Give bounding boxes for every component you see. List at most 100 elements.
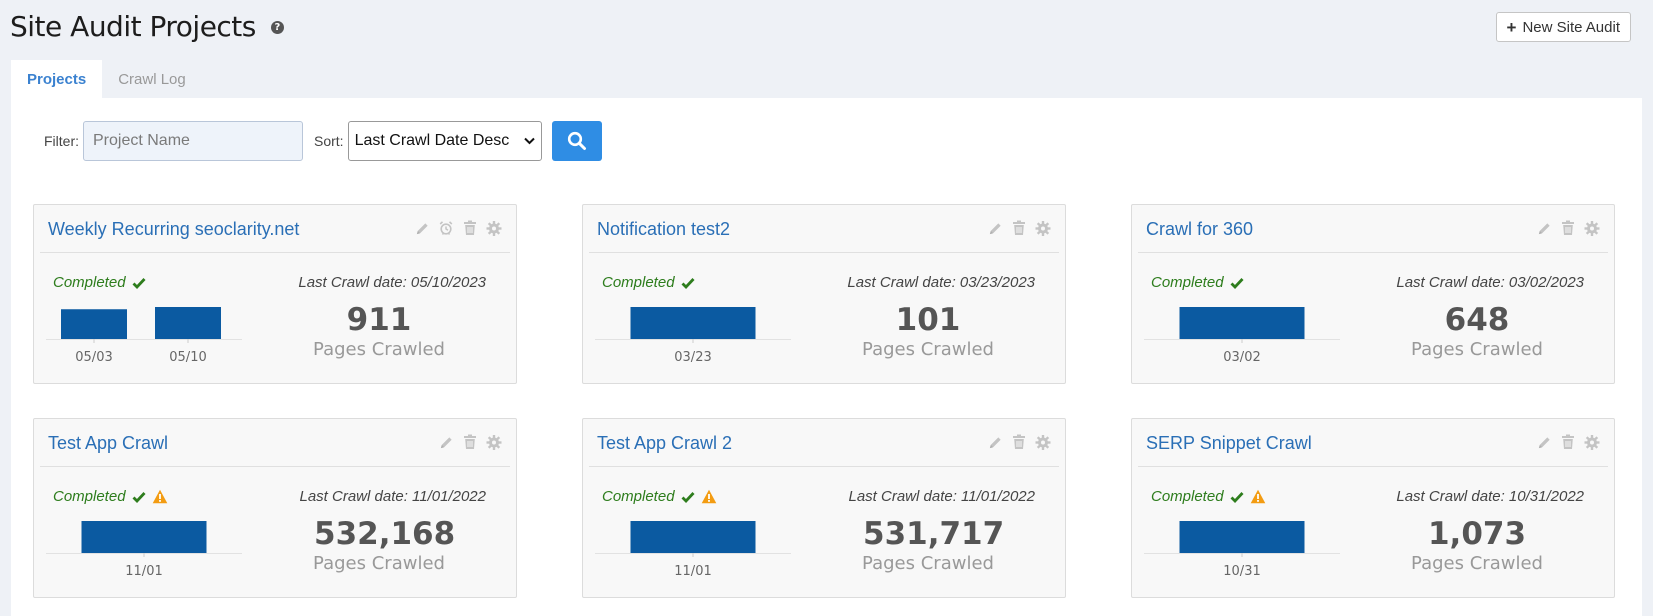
filter-input[interactable] <box>83 121 303 161</box>
check-icon <box>681 277 695 289</box>
last-crawl-date: Last Crawl date: 03/02/2023 <box>1396 274 1584 291</box>
last-crawl-date: Last Crawl date: 10/31/2022 <box>1396 488 1584 505</box>
pages-crawled-label: Pages Crawled <box>862 553 994 574</box>
chart-bar[interactable] <box>61 309 127 339</box>
trash-icon[interactable] <box>1011 433 1027 451</box>
crawl-history-chart: 03/02 <box>1144 307 1340 365</box>
card-divider <box>40 252 510 253</box>
status-text: Completed <box>53 274 126 291</box>
help-icon[interactable]: ? <box>270 20 284 34</box>
crawl-status: Completed <box>53 488 168 505</box>
project-title[interactable]: Crawl for 360 <box>1146 219 1253 240</box>
check-icon <box>681 491 695 503</box>
sort-label: Sort: <box>314 133 344 149</box>
status-text: Completed <box>53 488 126 505</box>
project-card: Test App Crawl 2 Completed Last Crawl date… <box>582 418 1066 598</box>
card-divider <box>589 466 1059 467</box>
project-card: Crawl for 360 Completed Last Crawl date: 0… <box>1131 204 1615 384</box>
status-text: Completed <box>1151 274 1224 291</box>
gear-icon[interactable] <box>1584 433 1600 451</box>
project-title[interactable]: Test App Crawl 2 <box>597 433 732 454</box>
filter-label: Filter: <box>44 133 79 149</box>
project-card: Test App Crawl Completed Last Crawl date: … <box>33 418 517 598</box>
chart-tick-label: 03/23 <box>674 350 711 365</box>
card-divider <box>1138 466 1608 467</box>
search-button[interactable] <box>551 121 602 161</box>
status-text: Completed <box>602 274 675 291</box>
plus-icon: + <box>1506 17 1517 37</box>
alarm-clock-icon[interactable] <box>438 219 454 237</box>
search-icon <box>567 131 586 150</box>
status-text: Completed <box>602 488 675 505</box>
chart-bar[interactable] <box>155 307 221 339</box>
sort-select[interactable]: Last Crawl Date Desc <box>347 121 542 161</box>
last-crawl-date: Last Crawl date: 05/10/2023 <box>298 274 486 291</box>
edit-icon[interactable] <box>438 433 454 451</box>
pages-crawled-count: 911 <box>346 302 412 338</box>
pages-crawled-count: 531,717 <box>863 516 1005 552</box>
card-divider <box>40 466 510 467</box>
last-crawl-date: Last Crawl date: 11/01/2022 <box>848 488 1035 505</box>
edit-icon[interactable] <box>1536 433 1552 451</box>
tab-bar: Projects Crawl Log <box>11 60 202 98</box>
pages-crawled-label: Pages Crawled <box>1411 553 1543 574</box>
project-title[interactable]: Test App Crawl <box>48 433 168 454</box>
chart-bar[interactable] <box>630 521 756 553</box>
new-site-audit-label: New Site Audit <box>1522 18 1620 36</box>
gear-icon[interactable] <box>1035 219 1051 237</box>
crawl-history-chart: 11/01 <box>595 521 791 579</box>
project-title[interactable]: Notification test2 <box>597 219 730 240</box>
crawl-history-chart: 10/31 <box>1144 521 1340 579</box>
crawl-history-chart: 11/01 <box>46 521 242 579</box>
chart-tick-label: 05/10 <box>169 350 206 365</box>
gear-icon[interactable] <box>1035 433 1051 451</box>
tab-projects[interactable]: Projects <box>11 60 103 98</box>
status-text: Completed <box>1151 488 1224 505</box>
gear-icon[interactable] <box>486 433 502 451</box>
check-icon <box>132 491 146 503</box>
project-title[interactable]: Weekly Recurring seoclarity.net <box>48 219 299 240</box>
card-toolbar <box>1536 219 1600 237</box>
pages-crawled-count: 532,168 <box>314 516 456 552</box>
card-divider <box>1138 252 1608 253</box>
card-toolbar <box>438 433 502 451</box>
crawl-status: Completed <box>1151 274 1244 291</box>
pages-crawled-label: Pages Crawled <box>313 553 445 574</box>
edit-icon[interactable] <box>1536 219 1552 237</box>
warning-icon[interactable] <box>1250 489 1266 504</box>
filter-bar: Filter: Sort: Last Crawl Date Desc <box>44 121 602 161</box>
new-site-audit-button[interactable]: + New Site Audit <box>1495 12 1631 42</box>
chevron-down-icon <box>523 137 535 145</box>
edit-icon[interactable] <box>414 219 430 237</box>
trash-icon[interactable] <box>1560 433 1576 451</box>
project-card: Weekly Recurring seoclarity.net Completed… <box>33 204 517 384</box>
gear-icon[interactable] <box>1584 219 1600 237</box>
edit-icon[interactable] <box>987 219 1003 237</box>
trash-icon[interactable] <box>462 219 478 237</box>
edit-icon[interactable] <box>987 433 1003 451</box>
trash-icon[interactable] <box>1560 219 1576 237</box>
tab-crawl-log[interactable]: Crawl Log <box>102 60 202 98</box>
crawl-status: Completed <box>1151 488 1266 505</box>
check-icon <box>132 277 146 289</box>
chart-bar[interactable] <box>81 521 207 553</box>
trash-icon[interactable] <box>1011 219 1027 237</box>
crawl-status: Completed <box>602 274 695 291</box>
chart-tick-label: 03/02 <box>1223 350 1260 365</box>
project-title[interactable]: SERP Snippet Crawl <box>1146 433 1312 454</box>
crawl-history-chart: 03/23 <box>595 307 791 365</box>
pages-crawled-count: 101 <box>895 302 961 338</box>
card-toolbar <box>987 219 1051 237</box>
gear-icon[interactable] <box>486 219 502 237</box>
trash-icon[interactable] <box>462 433 478 451</box>
chart-bar[interactable] <box>1179 521 1305 553</box>
warning-icon[interactable] <box>152 489 168 504</box>
chart-bar[interactable] <box>1179 307 1305 339</box>
sort-select-value: Last Crawl Date Desc <box>354 132 510 149</box>
pages-crawled-label: Pages Crawled <box>1411 339 1543 360</box>
crawl-history-chart: 05/03 05/10 <box>46 307 242 365</box>
chart-bar[interactable] <box>630 307 756 339</box>
card-toolbar <box>1536 433 1600 451</box>
chart-tick-label: 05/03 <box>75 350 112 365</box>
warning-icon[interactable] <box>701 489 717 504</box>
